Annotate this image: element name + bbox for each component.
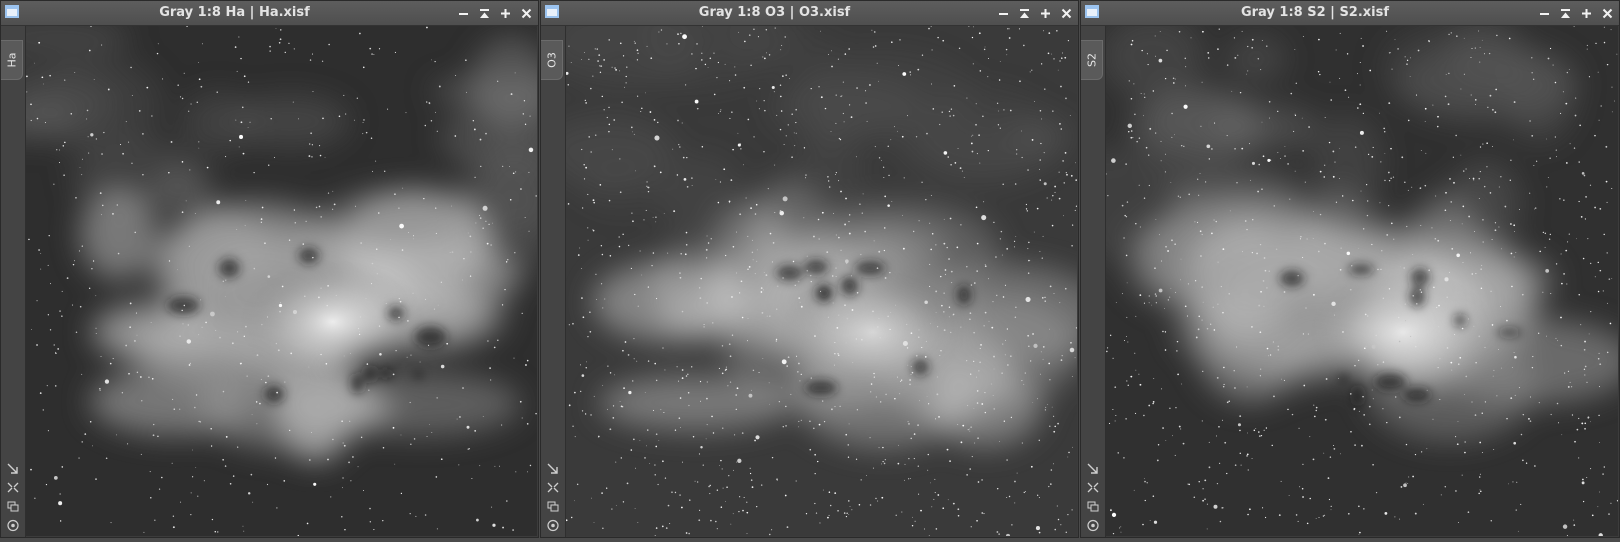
window-side-panel: Ha: [1, 26, 26, 537]
fit-view-icon[interactable]: [5, 461, 21, 476]
zoom-fit-icon[interactable]: [5, 480, 21, 495]
maximize-icon[interactable]: [498, 6, 513, 21]
window-titlebar[interactable]: Gray 1:8 Ha | Ha.xisf: [1, 1, 538, 26]
minimize-icon[interactable]: [996, 6, 1011, 21]
image-canvas[interactable]: [1106, 26, 1618, 536]
image-window-icon[interactable]: [545, 5, 559, 18]
view-identifier-label: O3: [545, 52, 558, 68]
window-title: Gray 1:8 S2 | S2.xisf: [1240, 5, 1390, 20]
image-window-icon[interactable]: [1085, 5, 1099, 18]
shade-icon[interactable]: [477, 6, 492, 21]
zoom-fit-icon[interactable]: [545, 480, 561, 495]
identifier-icon[interactable]: [545, 518, 561, 533]
window-side-panel: O3: [541, 26, 566, 537]
close-icon[interactable]: [1600, 6, 1615, 21]
minimize-icon[interactable]: [456, 6, 471, 21]
nebula-image: [1106, 26, 1618, 536]
view-identifier-tab[interactable]: Ha: [1, 40, 23, 80]
window-titlebar[interactable]: Gray 1:8 S2 | S2.xisf: [1081, 1, 1619, 26]
workspace: Gray 1:8 Ha | Ha.xisf Ha Gray 1:8 O3 | O…: [0, 0, 1620, 542]
zoom-fit-icon[interactable]: [1085, 480, 1101, 495]
window-title: Gray 1:8 Ha | Ha.xisf: [159, 5, 310, 20]
minimize-icon[interactable]: [1537, 6, 1552, 21]
maximize-icon[interactable]: [1038, 6, 1053, 21]
image-canvas[interactable]: [26, 26, 537, 536]
image-window-s2[interactable]: Gray 1:8 S2 | S2.xisf S2: [1080, 0, 1620, 538]
shade-icon[interactable]: [1558, 6, 1573, 21]
nebula-image: [26, 26, 537, 536]
clone-icon[interactable]: [5, 499, 21, 514]
clone-icon[interactable]: [1085, 499, 1101, 514]
view-identifier-tab[interactable]: O3: [541, 40, 563, 80]
fit-view-icon[interactable]: [545, 461, 561, 476]
shade-icon[interactable]: [1017, 6, 1032, 21]
image-window-o3[interactable]: Gray 1:8 O3 | O3.xisf O3: [540, 0, 1079, 538]
view-identifier-label: Ha: [5, 52, 18, 68]
maximize-icon[interactable]: [1579, 6, 1594, 21]
window-side-panel: S2: [1081, 26, 1106, 537]
view-identifier-tab[interactable]: S2: [1081, 40, 1103, 80]
view-identifier-label: S2: [1085, 53, 1098, 67]
clone-icon[interactable]: [545, 499, 561, 514]
image-window-ha[interactable]: Gray 1:8 Ha | Ha.xisf Ha: [0, 0, 539, 538]
close-icon[interactable]: [1059, 6, 1074, 21]
nebula-image: [566, 26, 1077, 536]
identifier-icon[interactable]: [5, 518, 21, 533]
image-canvas[interactable]: [566, 26, 1077, 536]
window-title: Gray 1:8 O3 | O3.xisf: [698, 5, 851, 20]
image-window-icon[interactable]: [5, 5, 19, 18]
close-icon[interactable]: [519, 6, 534, 21]
window-titlebar[interactable]: Gray 1:8 O3 | O3.xisf: [541, 1, 1078, 26]
fit-view-icon[interactable]: [1085, 461, 1101, 476]
identifier-icon[interactable]: [1085, 518, 1101, 533]
